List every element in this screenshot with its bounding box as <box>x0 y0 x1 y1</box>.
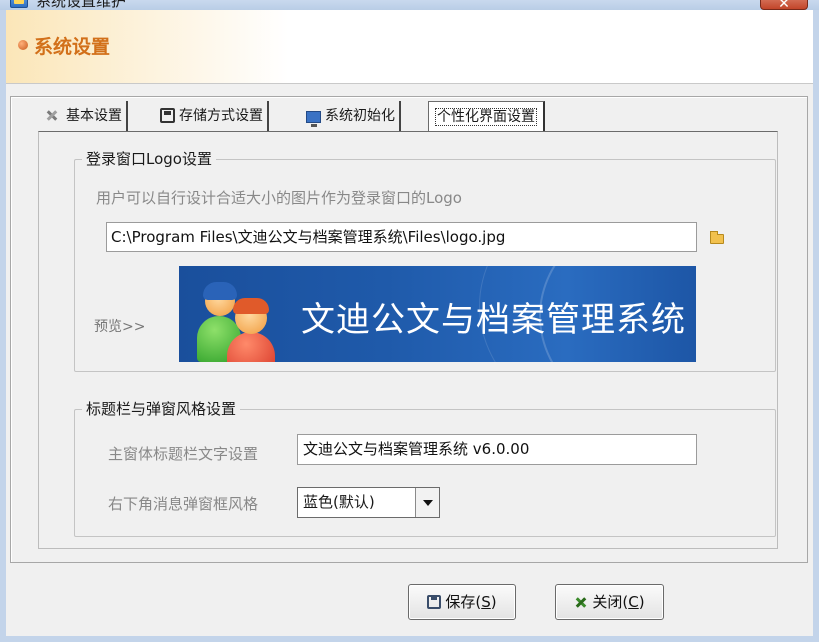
title-group-legend: 标题栏与弹窗风格设置 <box>82 398 241 419</box>
logo-hint-text: 用户可以自行设计合适大小的图片作为登录窗口的Logo <box>96 189 462 207</box>
close-hotkey: C <box>628 593 639 611</box>
tab-label: 基本设置 <box>66 108 122 124</box>
tab-storage-settings[interactable]: 存储方式设置 <box>156 101 269 131</box>
title-text-input[interactable]: 文迪公文与档案管理系统 v6.0.00 <box>297 434 697 465</box>
app-icon <box>10 0 28 8</box>
popup-style-label: 右下角消息弹窗框风格 <box>108 495 259 513</box>
tab-ui-personalization[interactable]: 个性化界面设置 <box>428 101 545 131</box>
logo-preview-text: 文迪公文与档案管理系统 <box>301 300 686 340</box>
title-text-label: 主窗体标题栏文字设置 <box>108 445 259 463</box>
popup-style-select[interactable]: 蓝色(默认) <box>297 487 440 518</box>
header-band: 系统设置 <box>6 10 813 84</box>
person-hair <box>233 298 269 314</box>
tab-system-init[interactable]: 系统初始化 <box>302 101 401 131</box>
chevron-down-icon[interactable] <box>415 488 439 517</box>
page-title: 系统设置 <box>34 36 111 58</box>
logo-group-legend: 登录窗口Logo设置 <box>82 148 216 169</box>
folder-browse-icon[interactable] <box>710 231 724 244</box>
save-hotkey: S <box>481 593 491 611</box>
title-bar: 系统设置维护 ✕ <box>0 0 819 10</box>
close-icon <box>574 595 588 609</box>
window-title: 系统设置维护 <box>36 0 127 10</box>
save-label-tail: ) <box>490 593 497 611</box>
tab-label: 存储方式设置 <box>179 108 263 124</box>
logo-preview-image: 文迪公文与档案管理系统 <box>179 266 696 362</box>
person-hair <box>203 282 237 300</box>
save-button[interactable]: 保存(S) <box>408 584 516 620</box>
tab-basic-settings[interactable]: 基本设置 <box>40 101 128 131</box>
monitor-icon <box>306 111 321 127</box>
save-icon <box>427 595 442 609</box>
close-label-tail: ) <box>638 593 645 611</box>
disk-icon <box>160 108 175 123</box>
popup-style-value: 蓝色(默认) <box>303 493 375 511</box>
tab-label: 个性化界面设置 <box>435 108 537 126</box>
preview-label: 预览>> <box>94 319 146 335</box>
wrench-icon <box>44 107 62 123</box>
bullet-icon <box>18 40 28 50</box>
window-close-button[interactable]: ✕ <box>760 0 808 10</box>
logo-path-input[interactable]: C:\Program Files\文迪公文与档案管理系统\Files\logo.… <box>106 222 697 252</box>
save-label: 保存( <box>445 593 482 611</box>
close-label: 关闭( <box>592 593 629 611</box>
tab-label: 系统初始化 <box>325 108 395 124</box>
close-button[interactable]: 关闭(C) <box>555 584 664 620</box>
